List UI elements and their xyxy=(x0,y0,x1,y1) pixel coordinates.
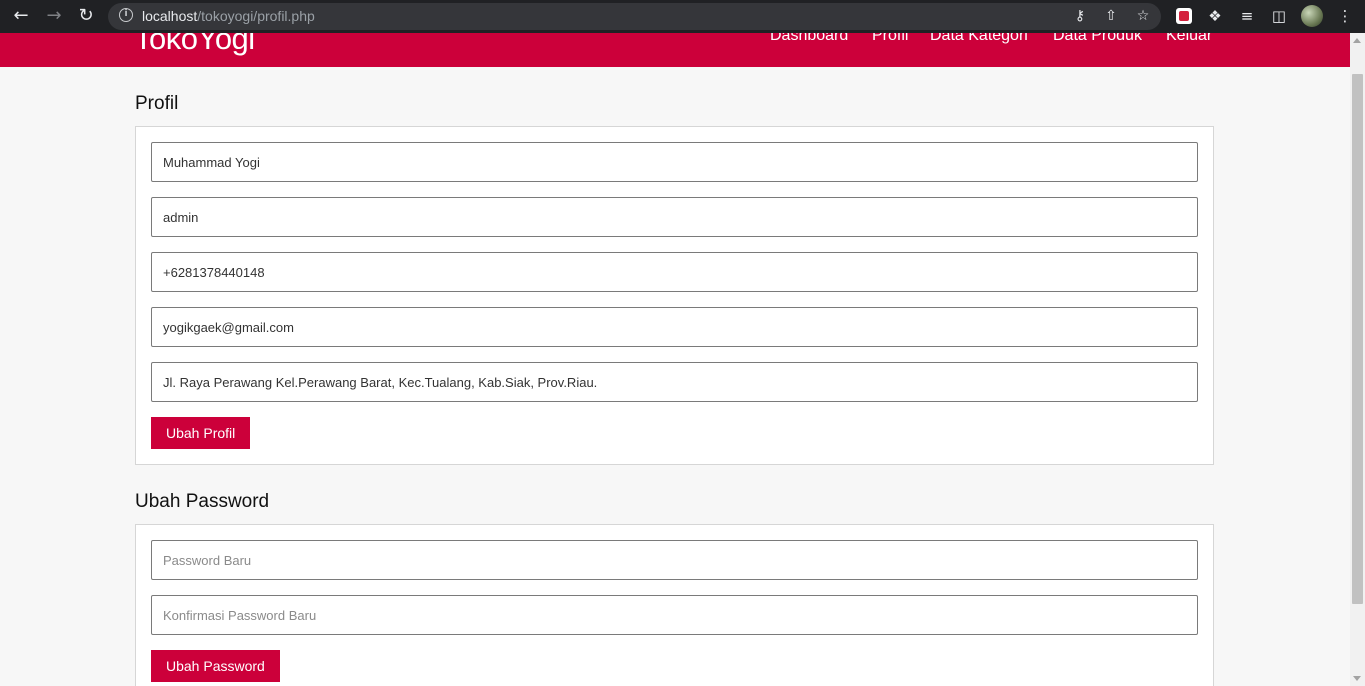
nav-keluar[interactable]: Keluar xyxy=(1166,33,1212,45)
update-profile-button[interactable]: Ubah Profil xyxy=(151,417,251,449)
forward-icon[interactable]: → xyxy=(42,5,66,27)
email-field[interactable] xyxy=(151,307,1198,347)
site-info-icon[interactable]: i xyxy=(119,8,133,22)
media-queue-icon[interactable]: ≡ xyxy=(1237,6,1257,26)
nav-data-produk[interactable]: Data Produk xyxy=(1053,33,1142,45)
extension-icon[interactable] xyxy=(1176,8,1192,24)
site-logo[interactable]: TokoYogi xyxy=(134,33,255,57)
scroll-down-icon[interactable] xyxy=(1353,676,1361,681)
address-field[interactable] xyxy=(151,362,1198,402)
password-title: Ubah Password xyxy=(135,491,270,512)
url-text[interactable]: localhost/tokoyogi/profil.php xyxy=(142,8,315,24)
username-field[interactable] xyxy=(151,197,1198,237)
phone-field[interactable] xyxy=(151,252,1198,292)
kebab-menu-icon[interactable]: ⋮ xyxy=(1335,6,1355,26)
bookmark-star-icon[interactable]: ☆ xyxy=(1134,7,1152,25)
profile-title: Profil xyxy=(135,93,179,114)
reload-icon[interactable]: ↻ xyxy=(74,5,98,27)
side-panel-icon[interactable]: ◫ xyxy=(1269,6,1289,26)
puzzle-icon[interactable]: ❖ xyxy=(1205,6,1225,26)
nav-profil[interactable]: Profil xyxy=(872,33,908,45)
avatar[interactable] xyxy=(1301,5,1323,27)
browser-toolbar: ← → ↻ i localhost/tokoyogi/profil.php ⚷ … xyxy=(0,0,1365,33)
site-header: TokoYogi Dashboard Profil Data Kategori … xyxy=(0,33,1350,67)
name-field[interactable] xyxy=(151,142,1198,182)
scroll-up-icon[interactable] xyxy=(1353,38,1361,43)
update-password-button[interactable]: Ubah Password xyxy=(151,650,280,682)
share-icon[interactable]: ⇧ xyxy=(1102,7,1120,25)
key-icon[interactable]: ⚷ xyxy=(1071,7,1089,25)
confirm-password-field[interactable] xyxy=(151,595,1198,635)
nav-data-kategori[interactable]: Data Kategori xyxy=(930,33,1028,45)
back-icon[interactable]: ← xyxy=(9,5,33,27)
nav-dashboard[interactable]: Dashboard xyxy=(770,33,848,45)
address-bar[interactable]: i localhost/tokoyogi/profil.php ⚷ ⇧ ☆ xyxy=(108,3,1161,30)
new-password-field[interactable] xyxy=(151,540,1198,580)
scrollbar-thumb[interactable] xyxy=(1352,74,1363,604)
